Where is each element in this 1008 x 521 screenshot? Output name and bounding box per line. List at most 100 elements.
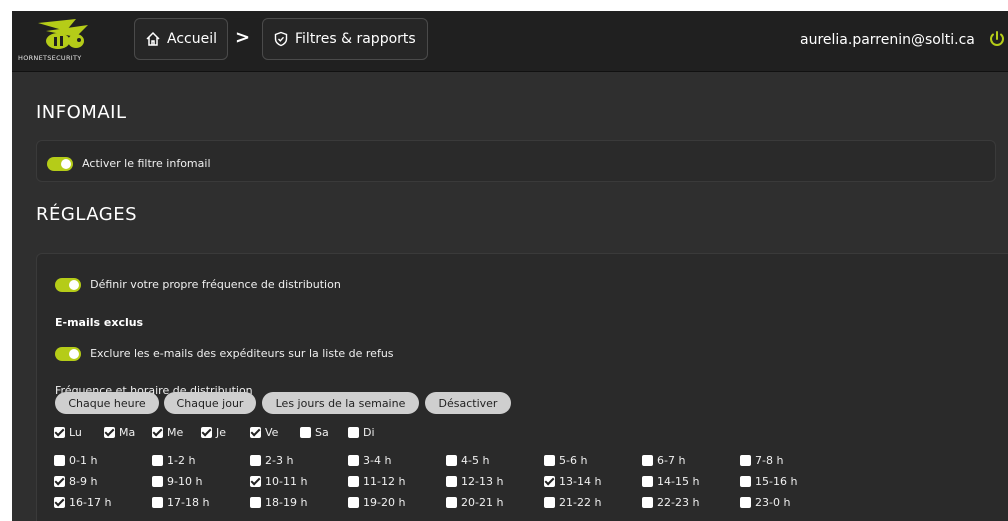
hour-checkbox[interactable]: 2-3 h bbox=[250, 453, 293, 467]
hour-label: 1-2 h bbox=[167, 453, 196, 467]
checkbox-box[interactable] bbox=[740, 475, 751, 487]
checkbox-box[interactable] bbox=[348, 496, 359, 508]
checkbox-box[interactable] bbox=[446, 475, 457, 487]
hour-checkbox[interactable]: 19-20 h bbox=[348, 495, 405, 509]
checkbox-box[interactable] bbox=[54, 475, 65, 487]
day-label: Sa bbox=[315, 425, 329, 439]
app-window: HORNETSECURITY Accueil > Filtres & rappo… bbox=[12, 11, 1008, 521]
checkbox-box[interactable] bbox=[54, 496, 65, 508]
hour-label: 3-4 h bbox=[363, 453, 392, 467]
checkbox-box[interactable] bbox=[446, 496, 457, 508]
exclude-blocklist-row[interactable]: Exclure les e-mails des expéditeurs sur … bbox=[55, 343, 394, 362]
hour-checkbox[interactable]: 10-11 h bbox=[250, 474, 307, 488]
hour-label: 4-5 h bbox=[461, 453, 490, 467]
checkbox-box[interactable] bbox=[544, 454, 555, 466]
day-checkbox-je[interactable]: Je bbox=[201, 425, 226, 439]
day-label: Ve bbox=[265, 425, 279, 439]
checkbox-box[interactable] bbox=[250, 426, 261, 438]
checkbox-box[interactable] bbox=[642, 454, 653, 466]
own-frequency-toggle[interactable] bbox=[55, 277, 81, 292]
hour-label: 5-6 h bbox=[559, 453, 588, 467]
hour-label: 14-15 h bbox=[657, 474, 700, 488]
checkbox-box[interactable] bbox=[740, 454, 751, 466]
settings-title: RÉGLAGES bbox=[36, 204, 138, 225]
checkbox-box[interactable] bbox=[348, 454, 359, 466]
hour-checkbox[interactable]: 5-6 h bbox=[544, 453, 587, 467]
hour-label: 2-3 h bbox=[265, 453, 294, 467]
checkbox-box[interactable] bbox=[642, 475, 653, 487]
user-email[interactable]: aurelia.parrenin@solti.ca bbox=[800, 32, 975, 48]
filters-reports-nav-button[interactable]: Filtres & rapports bbox=[262, 18, 428, 60]
hour-checkbox[interactable]: 9-10 h bbox=[152, 474, 202, 488]
checkbox-box[interactable] bbox=[104, 426, 115, 438]
checkbox-box[interactable] bbox=[348, 475, 359, 487]
checkbox-box[interactable] bbox=[152, 496, 163, 508]
hour-checkbox[interactable]: 12-13 h bbox=[446, 474, 503, 488]
day-checkbox-lu[interactable]: Lu bbox=[54, 425, 82, 439]
weekdays-button[interactable]: Les jours de la semaine bbox=[262, 392, 419, 414]
checkbox-box[interactable] bbox=[300, 426, 311, 438]
checkbox-box[interactable] bbox=[348, 426, 359, 438]
every-day-button[interactable]: Chaque jour bbox=[164, 392, 256, 414]
hour-checkbox[interactable]: 14-15 h bbox=[642, 474, 699, 488]
checkbox-box[interactable] bbox=[152, 475, 163, 487]
home-nav-button[interactable]: Accueil bbox=[134, 18, 228, 60]
infomail-panel: Activer le filtre infomail bbox=[36, 140, 996, 182]
hour-checkbox[interactable]: 23-0 h bbox=[740, 495, 790, 509]
hornetsecurity-logo[interactable]: HORNETSECURITY bbox=[18, 17, 110, 65]
hour-checkbox[interactable]: 11-12 h bbox=[348, 474, 405, 488]
checkbox-box[interactable] bbox=[54, 426, 65, 438]
home-nav-label: Accueil bbox=[167, 31, 217, 47]
hour-checkbox[interactable]: 1-2 h bbox=[152, 453, 195, 467]
checkbox-box[interactable] bbox=[250, 475, 261, 487]
checkbox-box[interactable] bbox=[152, 426, 163, 438]
checkbox-box[interactable] bbox=[544, 475, 555, 487]
home-icon bbox=[146, 31, 160, 46]
power-icon[interactable] bbox=[988, 30, 1006, 48]
hour-checkbox[interactable]: 16-17 h bbox=[54, 495, 111, 509]
checkbox-box[interactable] bbox=[740, 496, 751, 508]
checkbox-box[interactable] bbox=[54, 454, 65, 466]
checkbox-box[interactable] bbox=[642, 496, 653, 508]
day-checkbox-di[interactable]: Di bbox=[348, 425, 375, 439]
hour-checkbox[interactable]: 17-18 h bbox=[152, 495, 209, 509]
hour-label: 10-11 h bbox=[265, 474, 308, 488]
day-checkbox-me[interactable]: Me bbox=[152, 425, 183, 439]
disable-button[interactable]: Désactiver bbox=[425, 392, 511, 414]
every-hour-button[interactable]: Chaque heure bbox=[55, 392, 159, 414]
hour-label: 15-16 h bbox=[755, 474, 798, 488]
hour-checkbox[interactable]: 13-14 h bbox=[544, 474, 601, 488]
hour-checkbox[interactable]: 21-22 h bbox=[544, 495, 601, 509]
checkbox-box[interactable] bbox=[544, 496, 555, 508]
day-checkbox-ma[interactable]: Ma bbox=[104, 425, 135, 439]
hour-checkbox[interactable]: 4-5 h bbox=[446, 453, 489, 467]
hour-checkbox[interactable]: 3-4 h bbox=[348, 453, 391, 467]
infomail-toggle-label: Activer le filtre infomail bbox=[82, 157, 211, 170]
own-frequency-row[interactable]: Définir votre propre fréquence de distri… bbox=[55, 274, 341, 293]
hour-checkbox[interactable]: 8-9 h bbox=[54, 474, 97, 488]
hour-checkbox[interactable]: 0-1 h bbox=[54, 453, 97, 467]
infomail-toggle-row[interactable]: Activer le filtre infomail bbox=[47, 153, 211, 172]
day-label: Lu bbox=[69, 425, 82, 439]
infomail-toggle[interactable] bbox=[47, 156, 73, 171]
hour-checkbox[interactable]: 22-23 h bbox=[642, 495, 699, 509]
checkbox-box[interactable] bbox=[250, 496, 261, 508]
hour-label: 21-22 h bbox=[559, 495, 602, 509]
hour-checkbox[interactable]: 15-16 h bbox=[740, 474, 797, 488]
hour-label: 17-18 h bbox=[167, 495, 210, 509]
hour-checkbox[interactable]: 20-21 h bbox=[446, 495, 503, 509]
hour-label: 19-20 h bbox=[363, 495, 406, 509]
hour-checkbox[interactable]: 18-19 h bbox=[250, 495, 307, 509]
checkbox-box[interactable] bbox=[201, 426, 212, 438]
day-checkbox-ve[interactable]: Ve bbox=[250, 425, 278, 439]
hour-checkbox[interactable]: 7-8 h bbox=[740, 453, 783, 467]
exclude-blocklist-toggle[interactable] bbox=[55, 346, 81, 361]
checkbox-box[interactable] bbox=[250, 454, 261, 466]
breadcrumb-separator-icon: > bbox=[235, 27, 251, 48]
day-checkbox-sa[interactable]: Sa bbox=[300, 425, 329, 439]
checkbox-box[interactable] bbox=[152, 454, 163, 466]
hour-checkbox[interactable]: 6-7 h bbox=[642, 453, 685, 467]
excluded-emails-heading: E-mails exclus bbox=[55, 316, 144, 329]
checkbox-box[interactable] bbox=[446, 454, 457, 466]
day-label: Me bbox=[167, 425, 184, 439]
